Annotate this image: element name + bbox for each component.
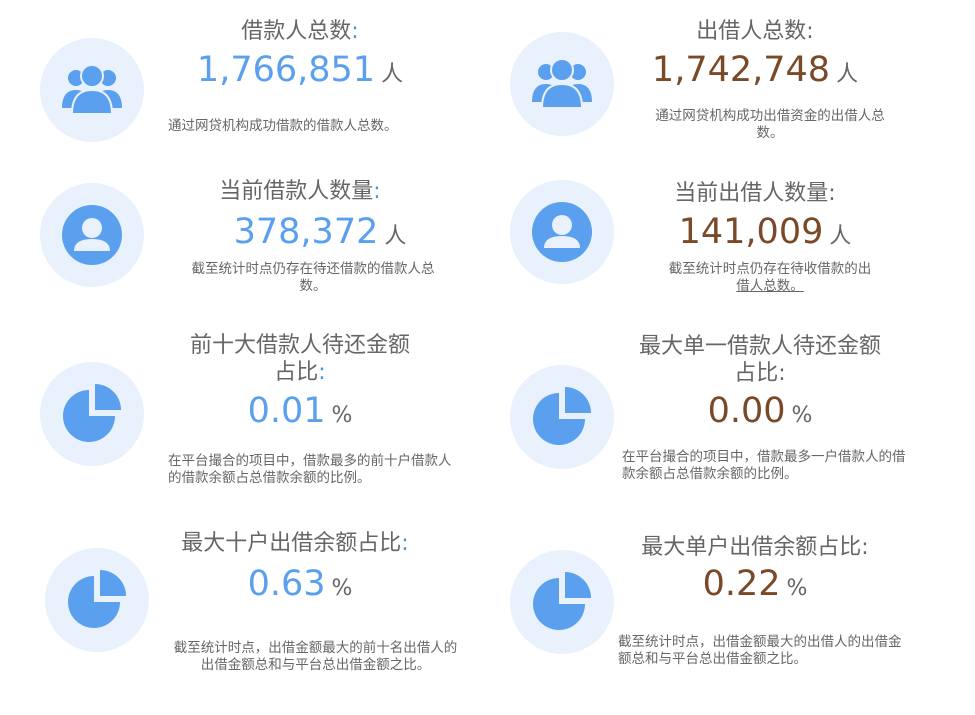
stat-value: 0.00%	[707, 391, 813, 431]
stat-title: 出借人总数:	[696, 19, 814, 44]
icon-circle	[510, 32, 614, 136]
stat-title: 前十大借款人待还金额 占比:	[189, 333, 410, 385]
stat-title: 最大单一借款人待还金额 占比:	[638, 334, 881, 386]
icon-circle	[40, 362, 144, 466]
stat-description: 截至统计时点仍存在待还借款的借款人总数。	[191, 261, 435, 294]
stat-title: 最大十户出借余额占比:	[181, 531, 409, 556]
stat-description: 截至统计时点，出借金额最大的前十名出借人的出借金额总和与平台总出借金额之比。	[173, 640, 458, 673]
stat-description: 截至统计时点，出借金额最大的出借人的出借金额总和与平台总出借金额之比。	[618, 634, 902, 667]
user-icon	[62, 205, 122, 265]
user-icon	[532, 202, 592, 262]
stat-title: 当前借款人数量:	[219, 179, 381, 204]
stat-value: 0.22%	[702, 564, 808, 604]
icon-circle	[510, 550, 614, 654]
stat-value: 378,372 人	[233, 212, 407, 252]
icon-circle	[510, 180, 614, 284]
users-group-icon	[532, 58, 592, 109]
stat-description: 截至统计时点仍存在待收借款的出 借人总数。	[668, 261, 872, 294]
icon-circle	[40, 38, 144, 142]
stat-value: 0.63%	[247, 564, 353, 604]
stat-description: 通过网贷机构成功出借资金的出借人总数。	[655, 108, 885, 141]
pie-chart-icon	[533, 572, 591, 630]
stat-value: 1,742,748 人	[651, 50, 859, 90]
stat-description: 通过网贷机构成功借款的借款人总数。	[168, 118, 398, 134]
stat-title: 借款人总数:	[241, 19, 359, 44]
stat-description: 在平台撮合的项目中，借款最多一户借款人的借款余额占总借款余额的比例。	[622, 449, 906, 482]
pie-chart-icon	[533, 387, 591, 445]
stat-title: 当前出借人数量:	[674, 181, 836, 206]
pie-chart-icon	[63, 384, 121, 442]
icon-circle	[45, 548, 149, 652]
icon-circle	[40, 183, 144, 287]
stat-value: 141,009 人	[678, 212, 852, 252]
users-group-icon	[62, 64, 122, 115]
stat-title: 最大单户出借余额占比:	[641, 535, 869, 560]
stat-value: 1,766,851 人	[196, 50, 404, 90]
stat-description: 在平台撮合的项目中，借款最多的前十户借款人的借款余额占总借款余额的比例。	[168, 453, 452, 486]
stat-value: 0.01%	[247, 391, 353, 431]
icon-circle	[510, 365, 614, 469]
pie-chart-icon	[68, 570, 126, 628]
